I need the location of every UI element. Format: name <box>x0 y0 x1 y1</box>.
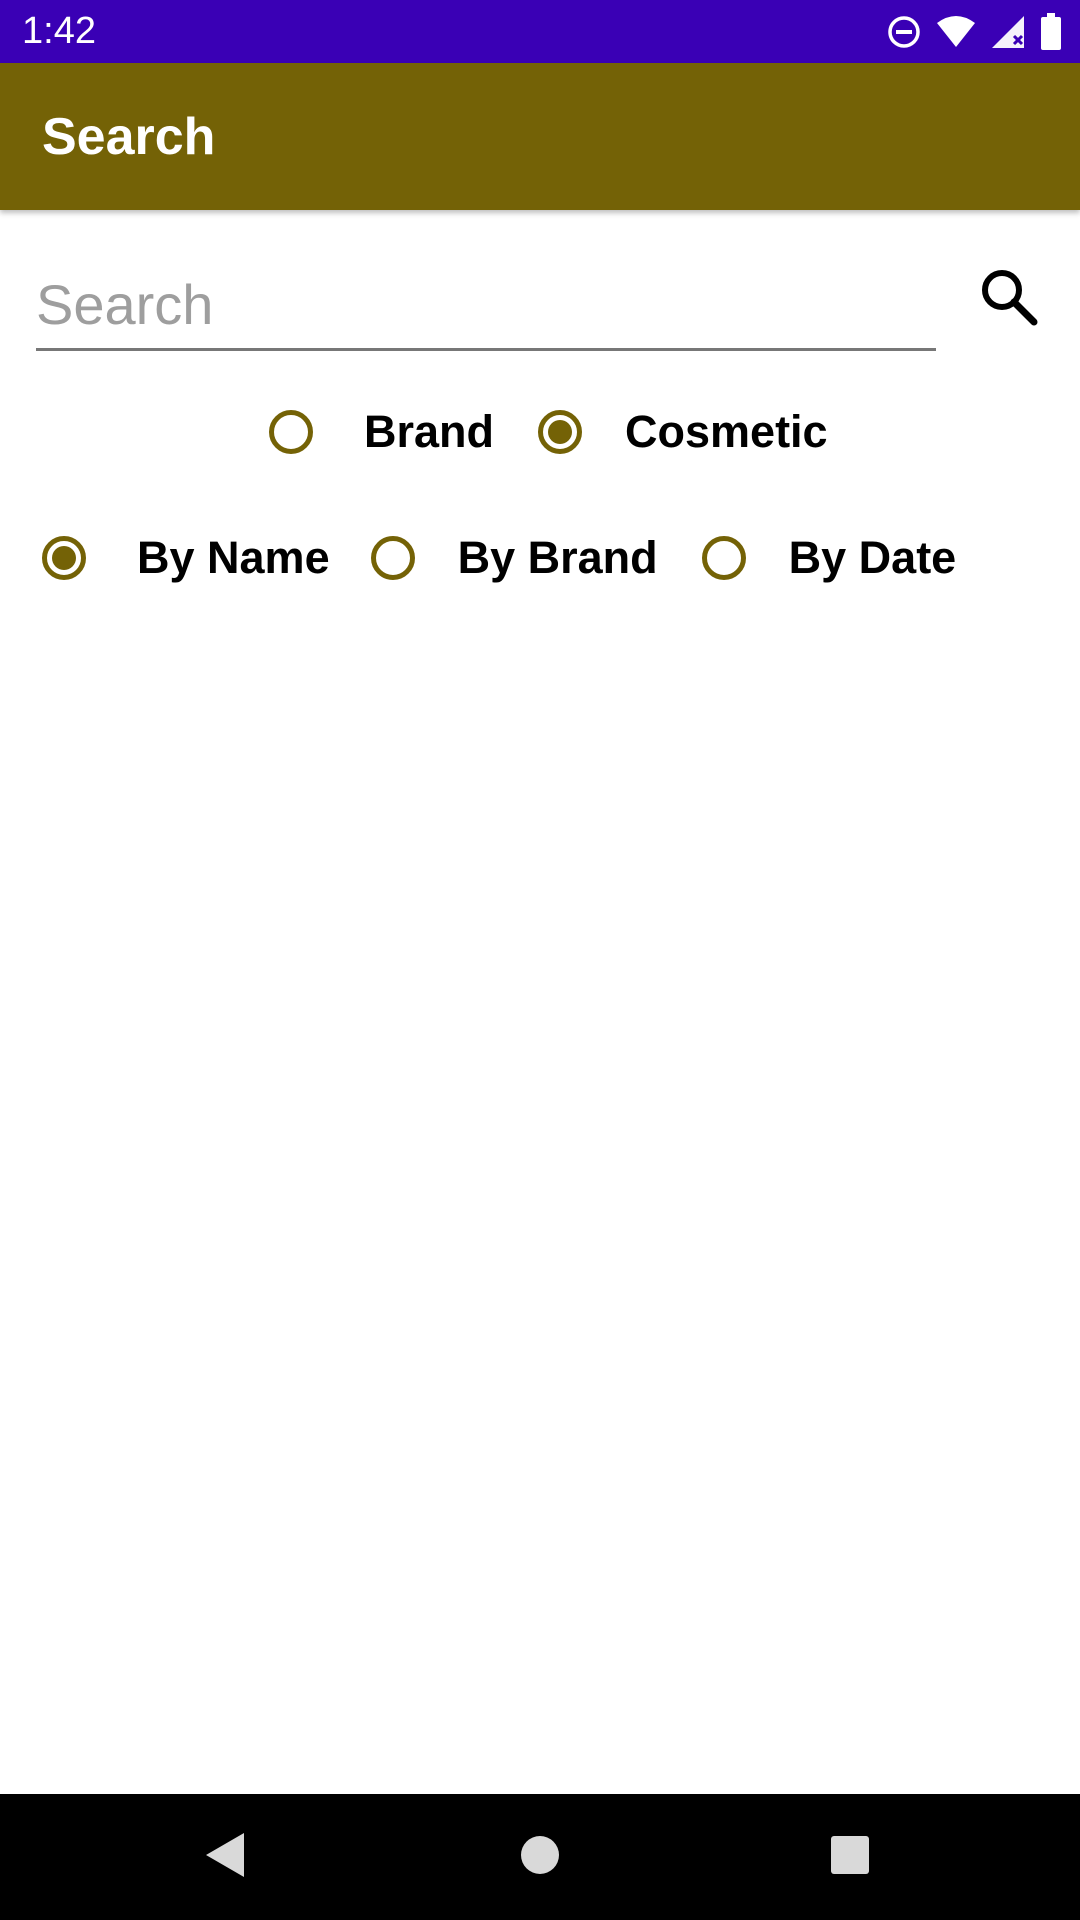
radio-cosmetic[interactable]: Cosmetic <box>538 406 828 458</box>
radio-by-date[interactable]: By Date <box>701 532 957 584</box>
do-not-disturb-icon <box>886 14 922 50</box>
radio-by-brand[interactable]: By Brand <box>370 532 658 584</box>
navigation-bar <box>0 1794 1080 1920</box>
radio-by-name[interactable]: By Name <box>42 532 330 584</box>
status-bar: 1:42 <box>0 0 1080 63</box>
wifi-icon <box>936 15 976 49</box>
radio-brand[interactable]: Brand <box>269 406 494 458</box>
type-radio-group: Brand Cosmetic <box>269 406 828 458</box>
signal-icon <box>990 14 1026 50</box>
back-button[interactable] <box>191 1824 257 1890</box>
status-time: 1:42 <box>22 10 96 52</box>
recents-icon <box>830 1835 870 1880</box>
status-icons <box>886 12 1062 52</box>
recents-button[interactable] <box>817 1824 883 1890</box>
back-icon <box>200 1830 248 1885</box>
search-icon <box>977 265 1039 332</box>
page-title: Search <box>42 108 216 166</box>
radio-by-brand-label: By Brand <box>457 532 658 583</box>
radio-by-name-circle <box>42 536 86 580</box>
app-bar: Search <box>0 63 1080 210</box>
radio-by-date-label: By Date <box>788 532 957 583</box>
radio-brand-label: Brand <box>364 406 495 457</box>
radio-cosmetic-circle <box>538 410 583 454</box>
radio-by-name-label: By Name <box>137 532 330 583</box>
radio-brand-circle <box>269 410 313 454</box>
search-input[interactable] <box>36 262 936 346</box>
battery-icon <box>1040 13 1062 51</box>
home-icon <box>519 1834 561 1881</box>
radio-by-brand-circle <box>370 536 415 580</box>
home-button[interactable] <box>507 1824 573 1890</box>
search-field-container <box>36 262 936 351</box>
search-button[interactable] <box>972 262 1044 334</box>
radio-cosmetic-label: Cosmetic <box>625 406 828 457</box>
sort-radio-group: By Name By Brand By Date <box>42 532 956 584</box>
radio-by-date-circle <box>701 536 746 580</box>
